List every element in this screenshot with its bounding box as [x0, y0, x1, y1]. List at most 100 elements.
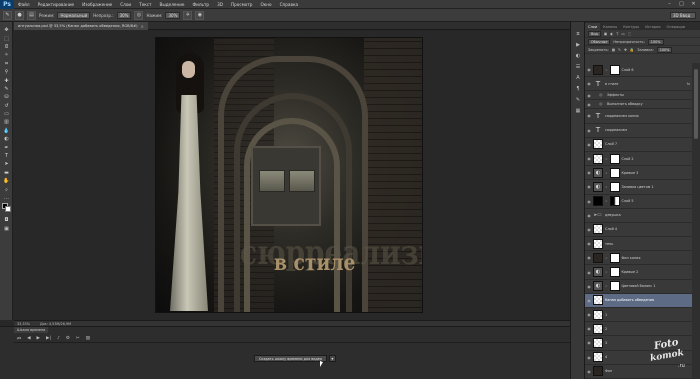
layer-thumbnail[interactable] [593, 64, 603, 75]
layer-name[interactable]: 3 [605, 341, 607, 345]
layer-row[interactable]: ◉ ◐ ∞ Заливка цветом 1 [585, 180, 693, 195]
layer-row[interactable]: ◉ ◐ ∞ Цветовой баланс 1 [585, 280, 693, 294]
menu-filter[interactable]: Фильтр [189, 2, 214, 7]
visibility-eye-icon[interactable]: ◉ [585, 270, 593, 275]
healing-tool-icon[interactable]: ✚ [0, 76, 13, 84]
brush-preset-icon[interactable]: ✎ [3, 10, 12, 20]
layer-row[interactable]: ◉ Tсюрреализм копия [585, 109, 693, 124]
layer-name[interactable]: тень [605, 242, 613, 246]
visibility-eye-icon[interactable]: ◉ [585, 156, 593, 161]
layer-thumbnail[interactable] [593, 224, 603, 235]
tab-actions[interactable]: Операции [664, 23, 689, 30]
layer-thumbnail[interactable] [593, 337, 603, 348]
scroll-thumb[interactable] [694, 69, 698, 139]
visibility-eye-icon[interactable]: ◉ [585, 81, 593, 86]
menu-window[interactable]: Окно [256, 2, 275, 7]
history-brush-tool-icon[interactable]: ↺ [0, 102, 13, 110]
pen-tool-icon[interactable]: ✒ [0, 143, 13, 151]
filter-pixel-icon[interactable]: ▣ [604, 32, 607, 36]
zoom-level[interactable]: 33,33% [17, 322, 30, 326]
prev-frame-icon[interactable]: ◀ [27, 336, 30, 341]
adjustments-icon[interactable]: ◐ [571, 50, 585, 61]
zoom-tool-icon[interactable]: ⌕ [0, 185, 13, 193]
visibility-eye-icon[interactable]: ◉ [585, 67, 593, 72]
text-layer-icon[interactable]: T [593, 110, 603, 121]
text-layer-icon[interactable]: T [593, 78, 603, 89]
crop-tool-icon[interactable]: ⌗ [0, 60, 13, 68]
pressure-size-icon[interactable]: ◉ [195, 10, 205, 20]
workspace-select[interactable]: 3D Ввод [670, 12, 696, 19]
pressure-opacity-icon[interactable]: ◎ [134, 10, 144, 20]
filter-shape-icon[interactable]: ▭ [621, 32, 624, 36]
eyedropper-tool-icon[interactable]: ⚲ [0, 68, 13, 76]
layer-row[interactable]: ◉ ∞ Слой 6 [585, 63, 693, 78]
menu-type[interactable]: Текст [135, 2, 155, 7]
visibility-eye-icon[interactable]: ◉ [585, 128, 593, 133]
layer-name[interactable]: Слой 7 [605, 142, 617, 146]
maximize-icon[interactable]: □ [677, 1, 686, 7]
gradient-tool-icon[interactable]: ▥ [0, 118, 13, 126]
visibility-eye-icon[interactable]: ◉ [585, 93, 593, 98]
menu-image[interactable]: Изображение [78, 2, 116, 7]
text-layer-icon[interactable]: T [593, 125, 603, 136]
layer-row[interactable]: ◉ Канал добавить обведения [585, 293, 693, 308]
play-icon[interactable]: ▶ [37, 336, 40, 341]
layer-row[interactable]: ◉ ∞ Слой 2 [585, 152, 693, 167]
layer-name[interactable]: сюрреализм копия [605, 114, 639, 118]
visibility-eye-icon[interactable]: ◉ [585, 312, 593, 317]
layer-name[interactable]: Канал добавить обведения [605, 298, 654, 302]
layer-name[interactable]: Эффекты [607, 93, 624, 97]
timeline-tab[interactable]: Шкала времени [14, 327, 49, 333]
brush-size-icon[interactable]: ● [15, 10, 24, 20]
visibility-eye-icon[interactable]: ◉ [585, 199, 593, 204]
filter-type-icon[interactable]: T [616, 32, 618, 36]
visibility-eye-icon[interactable]: ◉ [585, 284, 593, 289]
layer-row[interactable]: ◉ Tв стиле fx [585, 77, 693, 92]
chain-link-icon[interactable]: ∞ [605, 199, 608, 203]
type-tool-icon[interactable]: T [0, 152, 13, 160]
layer-name[interactable]: 2 [605, 327, 607, 331]
layer-row[interactable]: ◉ ▸▭ девушка [585, 209, 693, 223]
visibility-eye-icon[interactable]: ◉ [585, 241, 593, 246]
swatches-icon[interactable]: ▦ [571, 105, 585, 116]
document-canvas[interactable]: сюрреализм в стиле [155, 37, 423, 313]
lock-pixels-icon[interactable]: ▦ [612, 48, 615, 52]
layer-row[interactable]: ◉ 1 [585, 308, 693, 323]
paragraph-icon[interactable]: ¶ [571, 83, 585, 94]
create-timeline-button[interactable]: Создать шкалу времени для видео [254, 355, 327, 362]
flow-field[interactable]: 30% [165, 11, 181, 19]
visibility-eye-icon[interactable]: ◉ [585, 113, 593, 118]
layer-name[interactable]: в стиле [605, 82, 618, 86]
filter-adjustment-icon[interactable]: ◐ [610, 32, 613, 36]
layer-scrollbar[interactable] [692, 63, 700, 379]
brushes-icon[interactable]: ✎ [571, 94, 585, 105]
visibility-eye-icon[interactable]: ◉ [585, 298, 593, 303]
layer-mask-thumbnail[interactable] [609, 167, 620, 178]
layer-name[interactable]: Слой 2 [622, 157, 634, 161]
layer-name[interactable]: Слой 4 [605, 227, 617, 231]
menu-file[interactable]: Файл [14, 2, 34, 7]
blend-mode-select[interactable]: Обычные [588, 38, 611, 45]
brush-tool-icon[interactable]: ✎ [0, 85, 13, 93]
adjustment-layer-icon[interactable]: ◐ [593, 267, 603, 278]
layer-row[interactable]: ◉ Слой 4 [585, 223, 693, 238]
tab-history[interactable]: История [642, 23, 663, 30]
layer-name[interactable]: Выполнить обводку [607, 102, 643, 106]
layer-name[interactable]: 1 [605, 313, 607, 317]
eraser-tool-icon[interactable]: ▭ [0, 110, 13, 118]
visibility-eye-icon[interactable]: ◉ [585, 102, 593, 107]
visibility-eye-icon[interactable]: ◉ [585, 255, 593, 260]
layer-kind-select[interactable]: Вид [588, 30, 601, 37]
path-selection-tool-icon[interactable]: ➤ [0, 160, 13, 168]
layer-name[interactable]: Кривые 3 [622, 171, 639, 175]
chain-link-icon[interactable]: ∞ [605, 256, 608, 260]
split-icon[interactable]: ✂ [76, 336, 80, 341]
layer-opacity-field[interactable]: 100% [647, 38, 664, 45]
chain-link-icon[interactable]: ∞ [605, 270, 608, 274]
visibility-eye-icon[interactable]: ◉ [585, 369, 593, 374]
menu-view[interactable]: Просмотр [227, 2, 257, 7]
filter-smart-icon[interactable]: ⬚ [628, 32, 631, 36]
hand-tool-icon[interactable]: ✋ [0, 177, 13, 185]
history-icon[interactable]: ⧖ [571, 28, 585, 39]
layer-name[interactable]: Слой 6 [622, 68, 634, 72]
